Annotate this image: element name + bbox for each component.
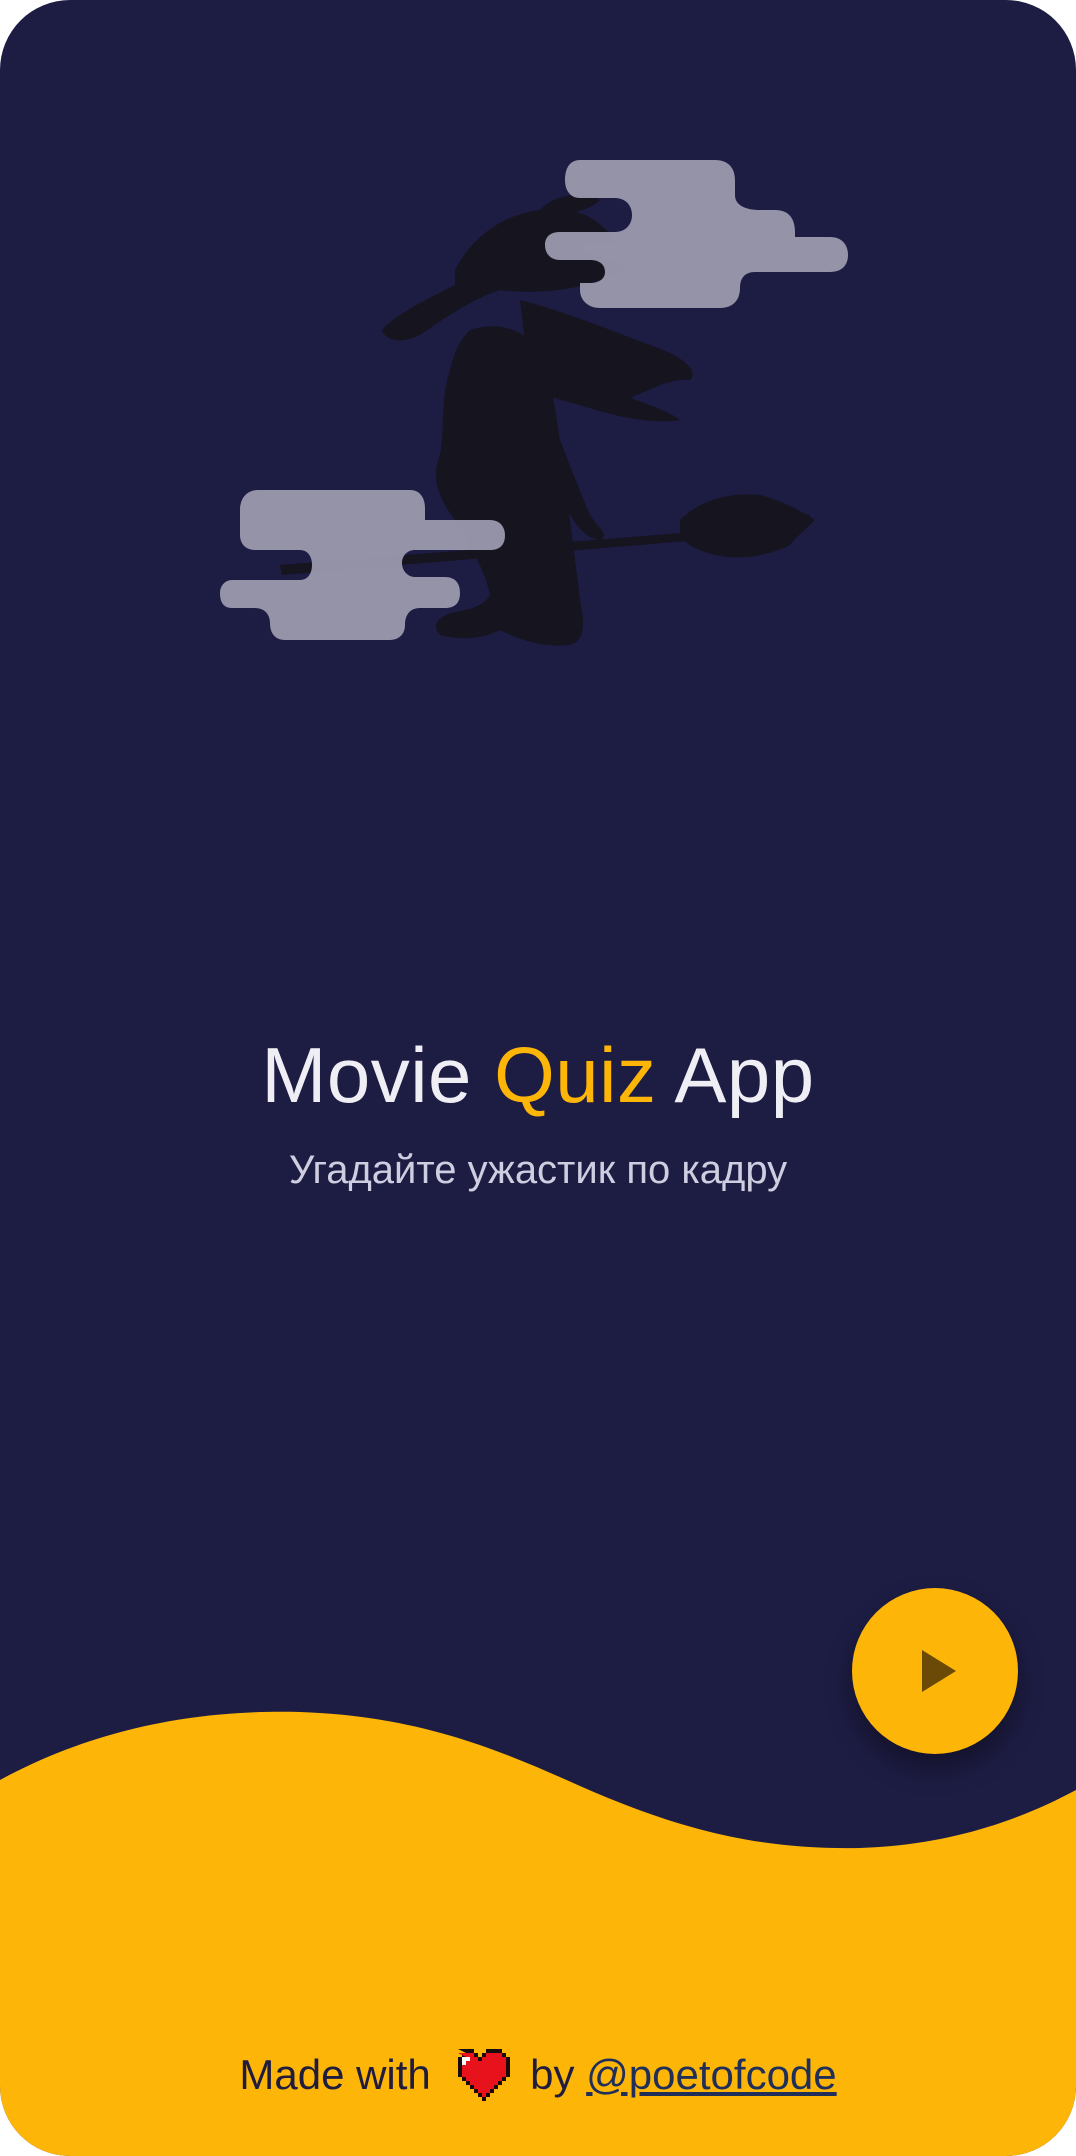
- play-button[interactable]: [852, 1588, 1018, 1754]
- title-word-movie: Movie: [261, 1031, 472, 1119]
- footer-by: by: [530, 2050, 575, 2098]
- play-icon: [922, 1650, 956, 1692]
- title-word-app: App: [674, 1031, 815, 1119]
- app-subtitle: Угадайте ужастик по кадру: [288, 1148, 788, 1192]
- heart-icon: [458, 2048, 511, 2101]
- footer-credits: Made with by @poetofcode: [0, 2048, 1076, 2101]
- app-title: Movie Quiz App: [0, 1030, 1076, 1121]
- title-word-quiz: Quiz: [494, 1031, 657, 1119]
- author-link[interactable]: @poetofcode: [586, 2051, 836, 2098]
- witch-illustration: [220, 160, 848, 646]
- footer-made-with: Made with: [239, 2050, 431, 2098]
- splash-screen: Movie Quiz App Угадайте ужастик по кадру…: [0, 0, 1076, 2156]
